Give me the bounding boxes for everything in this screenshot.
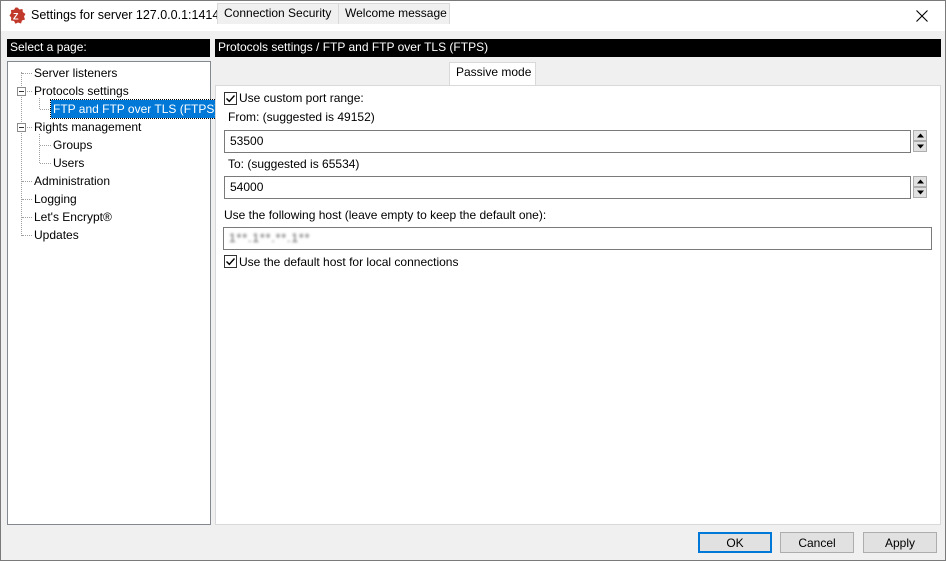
use-custom-port-range-checkbox[interactable] bbox=[224, 92, 237, 105]
tree-connector bbox=[40, 109, 51, 110]
page-selector-header: Select a page: bbox=[7, 39, 210, 57]
tree-item-ftp-ftps[interactable]: FTP and FTP over TLS (FTPS) bbox=[49, 99, 222, 119]
window-title: Settings for server 127.0.0.1:14148 bbox=[31, 8, 227, 22]
from-port-spinner[interactable] bbox=[913, 130, 927, 153]
close-icon bbox=[916, 10, 928, 22]
spin-up-button[interactable] bbox=[913, 176, 927, 187]
checkmark-icon bbox=[226, 258, 236, 266]
tree-item-rights-management[interactable]: Rights management bbox=[34, 118, 141, 136]
svg-text:Z: Z bbox=[13, 12, 19, 22]
spin-up-icon bbox=[917, 179, 924, 184]
host-value: 1**.1**.**.1** bbox=[229, 231, 311, 245]
tree-item-updates[interactable]: Updates bbox=[34, 226, 79, 244]
tree-item-logging[interactable]: Logging bbox=[34, 190, 77, 208]
spin-up-button[interactable] bbox=[913, 130, 927, 141]
use-default-host-local-label: Use the default host for local connectio… bbox=[239, 255, 459, 269]
tab-connection-security[interactable]: Connection Security bbox=[217, 3, 339, 24]
spin-down-button[interactable] bbox=[913, 141, 927, 152]
spin-down-icon bbox=[917, 190, 924, 195]
passive-mode-panel: Use custom port range: From: (suggested … bbox=[215, 85, 941, 525]
tree-connector bbox=[21, 72, 22, 236]
settings-page-tree[interactable]: Server listeners Protocols settings FTP … bbox=[7, 61, 222, 525]
tree-item-server-listeners[interactable]: Server listeners bbox=[34, 64, 117, 82]
to-port-spinner[interactable] bbox=[913, 176, 927, 199]
filezilla-icon: Z bbox=[9, 7, 26, 24]
tree-connector bbox=[22, 181, 32, 182]
tree-item-administration[interactable]: Administration bbox=[34, 172, 110, 190]
use-custom-port-range-label: Use custom port range: bbox=[239, 91, 364, 105]
tree-connector bbox=[22, 217, 32, 218]
spin-down-button[interactable] bbox=[913, 187, 927, 198]
from-port-label: From: (suggested is 49152) bbox=[228, 110, 375, 124]
host-label: Use the following host (leave empty to k… bbox=[224, 208, 547, 222]
checkmark-icon bbox=[226, 95, 236, 103]
close-button[interactable] bbox=[899, 1, 945, 31]
tab-passive-mode[interactable]: Passive mode bbox=[449, 62, 536, 85]
ok-button[interactable]: OK bbox=[698, 532, 772, 553]
tree-connector bbox=[40, 145, 51, 146]
host-input[interactable]: 1**.1**.**.1** bbox=[223, 227, 932, 250]
from-port-input[interactable]: 53500 bbox=[224, 130, 911, 153]
tree-connector bbox=[22, 199, 32, 200]
collapse-icon[interactable] bbox=[17, 123, 26, 132]
page-title: Protocols settings / FTP and FTP over TL… bbox=[215, 39, 941, 57]
collapse-icon[interactable] bbox=[17, 87, 26, 96]
tree-connector bbox=[40, 163, 51, 164]
tree-connector bbox=[27, 91, 32, 92]
tree-item-users[interactable]: Users bbox=[53, 154, 84, 172]
tree-connector bbox=[39, 134, 40, 163]
apply-button[interactable]: Apply bbox=[863, 532, 937, 553]
tree-item-groups[interactable]: Groups bbox=[53, 136, 92, 154]
use-default-host-local-checkbox[interactable] bbox=[224, 255, 237, 268]
tree-item-lets-encrypt[interactable]: Let's Encrypt® bbox=[34, 208, 112, 226]
tree-connector bbox=[22, 235, 32, 236]
tree-item-protocols-settings[interactable]: Protocols settings bbox=[34, 82, 129, 100]
title-bar: Z Settings for server 127.0.0.1:14148 bbox=[1, 1, 945, 31]
cancel-button[interactable]: Cancel bbox=[780, 532, 854, 553]
tab-welcome-message[interactable]: Welcome message bbox=[338, 3, 450, 24]
tree-connector bbox=[27, 127, 32, 128]
spin-down-icon bbox=[917, 144, 924, 149]
settings-window: Z Settings for server 127.0.0.1:14148 Se… bbox=[0, 0, 946, 561]
tree-connector bbox=[22, 73, 32, 74]
to-port-input[interactable]: 54000 bbox=[224, 176, 911, 199]
to-port-label: To: (suggested is 65534) bbox=[228, 157, 360, 171]
spin-up-icon bbox=[917, 133, 924, 138]
